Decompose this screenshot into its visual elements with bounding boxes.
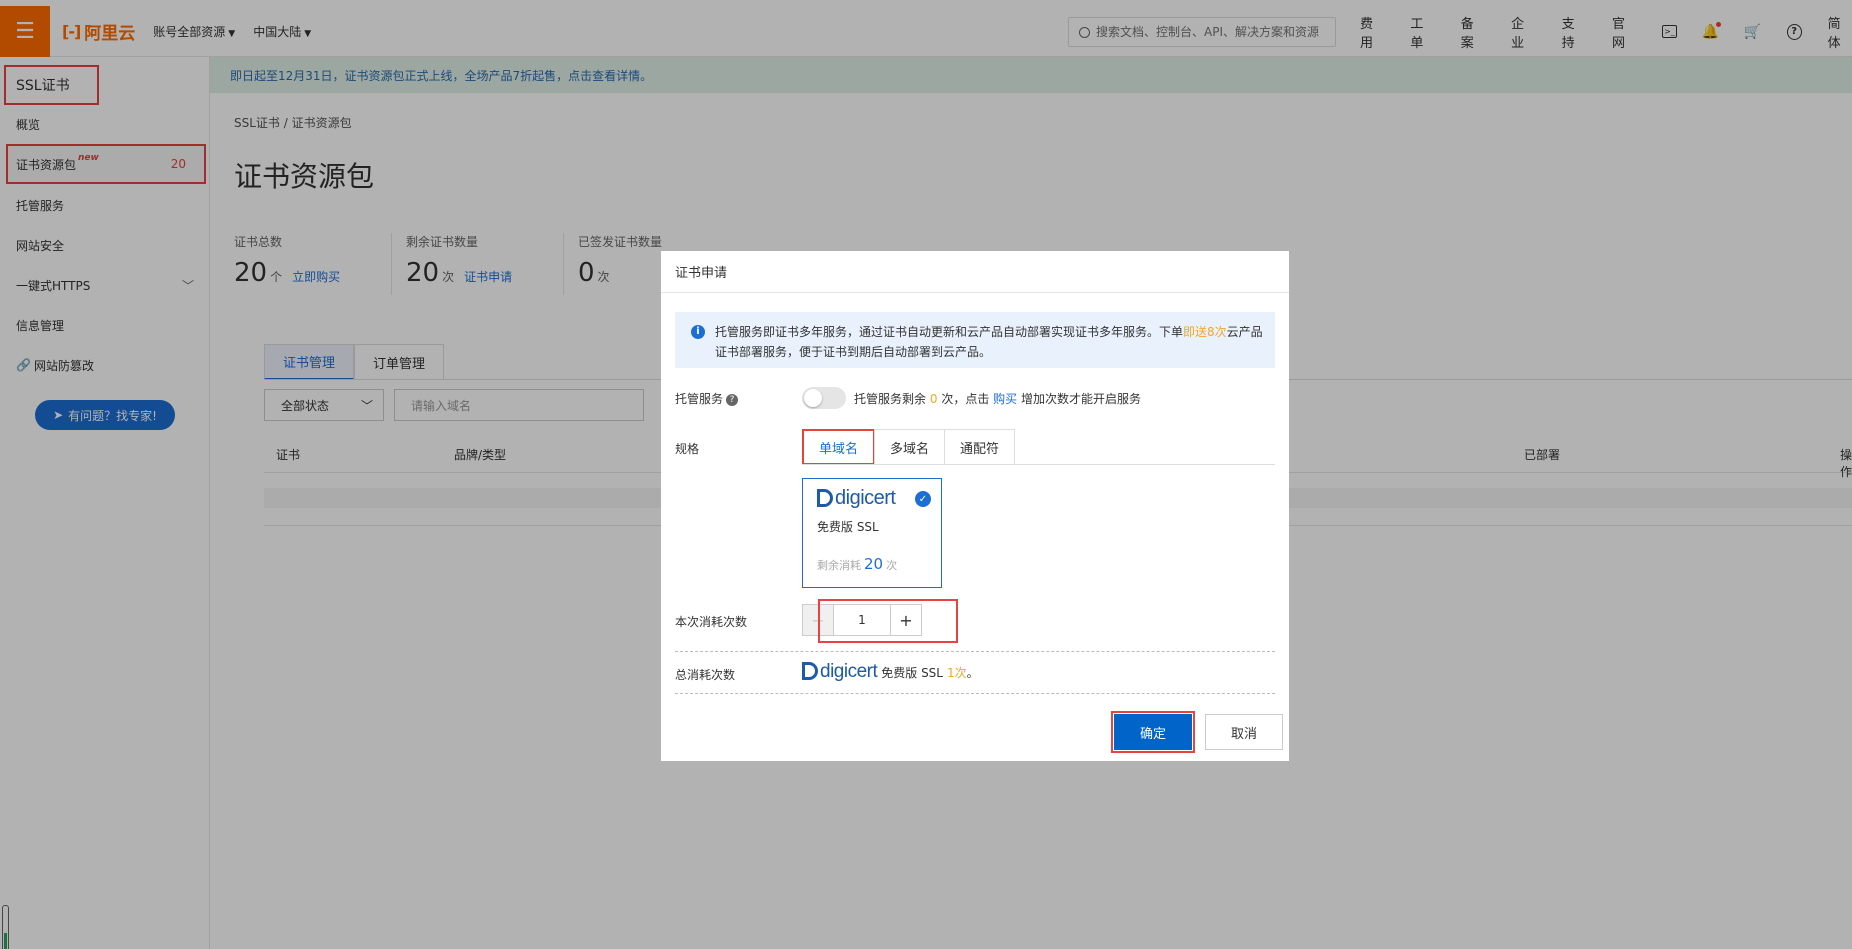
- hosting-status-text: 托管服务剩余 0 次，点击 购买 增加次数才能开启服务: [854, 392, 1142, 406]
- digicert-mark-icon: [817, 489, 833, 507]
- cancel-button[interactable]: 取消: [1205, 714, 1283, 750]
- highlight-box: [818, 599, 958, 643]
- cert-product-card[interactable]: digicert ✓ 免费版 SSL 剩余消耗 20 次: [802, 478, 942, 588]
- cert-apply-dialog: 证书申请 i 托管服务即证书多年服务，通过证书自动更新和云产品自动部署实现证书多…: [661, 251, 1289, 761]
- question-icon[interactable]: ?: [726, 393, 739, 406]
- consume-label: 本次消耗次数: [675, 615, 748, 629]
- hosting-toggle[interactable]: [802, 387, 846, 409]
- digicert-logo: digicert: [802, 661, 878, 683]
- hosting-label: 托管服务?: [675, 390, 739, 407]
- spec-tab-wildcard[interactable]: 通配符: [944, 429, 1016, 465]
- confirm-button[interactable]: 确定: [1114, 714, 1192, 750]
- total-summary: digicert 免费版 SSL 1次 。: [802, 661, 979, 683]
- digicert-mark-icon: [802, 662, 818, 680]
- check-icon: ✓: [915, 491, 931, 507]
- total-label: 总消耗次数: [675, 668, 736, 682]
- digicert-logo: digicert: [817, 487, 927, 510]
- spec-tab-multi-domain[interactable]: 多域名: [874, 429, 946, 465]
- info-icon: i: [691, 325, 705, 339]
- buy-hosting-link[interactable]: 购买: [993, 392, 1017, 406]
- spec-label: 规格: [675, 442, 700, 456]
- dialog-title: 证书申请: [661, 251, 1289, 293]
- hosting-info-banner: i 托管服务即证书多年服务，通过证书自动更新和云产品自动部署实现证书多年服务。下…: [675, 312, 1275, 368]
- spec-tab-single-domain[interactable]: 单域名: [802, 429, 876, 465]
